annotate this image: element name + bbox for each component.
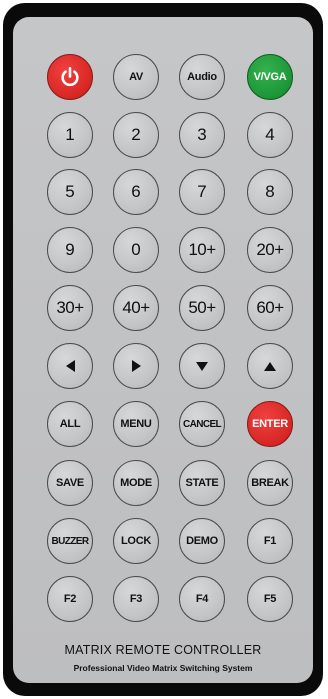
button-panel: AV Audio V/VGA 1 2 3 4 5 6 7 8 9 0 10+ 2…: [13, 17, 313, 683]
av-button[interactable]: AV: [113, 54, 159, 100]
f2-button[interactable]: F2: [47, 576, 93, 622]
number-2-button[interactable]: 2: [113, 112, 159, 158]
number-1-label: 1: [65, 125, 75, 144]
right-arrow-icon: [131, 360, 141, 372]
plus-50-button[interactable]: 50+: [179, 285, 225, 331]
f1-button[interactable]: F1: [247, 518, 293, 564]
f2-label: F2: [63, 593, 77, 605]
f4-label: F4: [195, 593, 209, 605]
controller-subtitle: Professional Video Matrix Switching Syst…: [73, 663, 253, 673]
number-9-button[interactable]: 9: [47, 227, 93, 273]
number-5-button[interactable]: 5: [47, 169, 93, 215]
plus-40-button[interactable]: 40+: [113, 285, 159, 331]
plus-40-label: 40+: [122, 298, 150, 317]
all-label: ALL: [59, 418, 81, 430]
cancel-button[interactable]: CANCEL: [179, 401, 225, 447]
number-7-button[interactable]: 7: [179, 169, 225, 215]
f4-button[interactable]: F4: [179, 576, 225, 622]
menu-button[interactable]: MENU: [113, 401, 159, 447]
power-icon: [61, 67, 79, 87]
state-button[interactable]: STATE: [179, 460, 225, 506]
mode-button[interactable]: MODE: [113, 460, 159, 506]
number-2-label: 2: [131, 125, 141, 144]
cancel-label: CANCEL: [182, 418, 222, 430]
save-label: SAVE: [56, 477, 84, 489]
plus-60-button[interactable]: 60+: [247, 285, 293, 331]
number-3-label: 3: [197, 125, 207, 144]
plus-30-label: 30+: [56, 298, 84, 317]
buzzer-button[interactable]: BUZZER: [47, 518, 93, 564]
controller-title: MATRIX REMOTE CONTROLLER: [64, 643, 262, 657]
number-4-button[interactable]: 4: [247, 112, 293, 158]
f5-label: F5: [263, 593, 277, 605]
number-4-label: 4: [265, 125, 275, 144]
f3-label: F3: [129, 593, 143, 605]
state-label: STATE: [185, 477, 219, 489]
av-label: AV: [129, 71, 143, 83]
mode-label: MODE: [120, 477, 152, 489]
demo-button[interactable]: DEMO: [179, 518, 225, 564]
break-label: BREAK: [251, 477, 289, 489]
plus-50-label: 50+: [188, 298, 216, 317]
down-arrow-button[interactable]: [179, 343, 225, 389]
lock-label: LOCK: [121, 535, 151, 547]
all-button[interactable]: ALL: [47, 401, 93, 447]
number-0-button[interactable]: 0: [113, 227, 159, 273]
number-3-button[interactable]: 3: [179, 112, 225, 158]
number-8-button[interactable]: 8: [247, 169, 293, 215]
right-arrow-button[interactable]: [113, 343, 159, 389]
plus-10-label: 10+: [188, 240, 216, 259]
number-8-label: 8: [265, 182, 275, 201]
number-1-button[interactable]: 1: [47, 112, 93, 158]
save-button[interactable]: SAVE: [47, 460, 93, 506]
break-button[interactable]: BREAK: [247, 460, 293, 506]
audio-button[interactable]: Audio: [179, 54, 225, 100]
number-9-label: 9: [65, 240, 75, 259]
remote-controller: AV Audio V/VGA 1 2 3 4 5 6 7 8 9 0 10+ 2…: [3, 3, 323, 696]
number-7-label: 7: [197, 182, 207, 201]
menu-label: MENU: [120, 418, 152, 430]
f3-button[interactable]: F3: [113, 576, 159, 622]
plus-20-label: 20+: [256, 240, 284, 259]
plus-20-button[interactable]: 20+: [247, 227, 293, 273]
down-arrow-icon: [196, 361, 208, 371]
enter-label: ENTER: [252, 418, 288, 430]
plus-10-button[interactable]: 10+: [179, 227, 225, 273]
v-vga-button[interactable]: V/VGA: [247, 54, 293, 100]
audio-label: Audio: [187, 71, 217, 83]
f1-label: F1: [263, 535, 277, 547]
left-arrow-button[interactable]: [47, 343, 93, 389]
number-6-label: 6: [131, 182, 141, 201]
number-0-label: 0: [131, 240, 141, 259]
up-arrow-icon: [264, 361, 276, 371]
enter-button[interactable]: ENTER: [247, 401, 293, 447]
plus-60-label: 60+: [256, 298, 284, 317]
buzzer-label: BUZZER: [51, 535, 90, 547]
number-5-label: 5: [65, 182, 75, 201]
number-6-button[interactable]: 6: [113, 169, 159, 215]
v-vga-label: V/VGA: [253, 71, 287, 83]
up-arrow-button[interactable]: [247, 343, 293, 389]
left-arrow-icon: [65, 360, 75, 372]
f5-button[interactable]: F5: [247, 576, 293, 622]
plus-30-button[interactable]: 30+: [47, 285, 93, 331]
lock-button[interactable]: LOCK: [113, 518, 159, 564]
demo-label: DEMO: [186, 535, 218, 547]
power-button[interactable]: [47, 54, 93, 100]
